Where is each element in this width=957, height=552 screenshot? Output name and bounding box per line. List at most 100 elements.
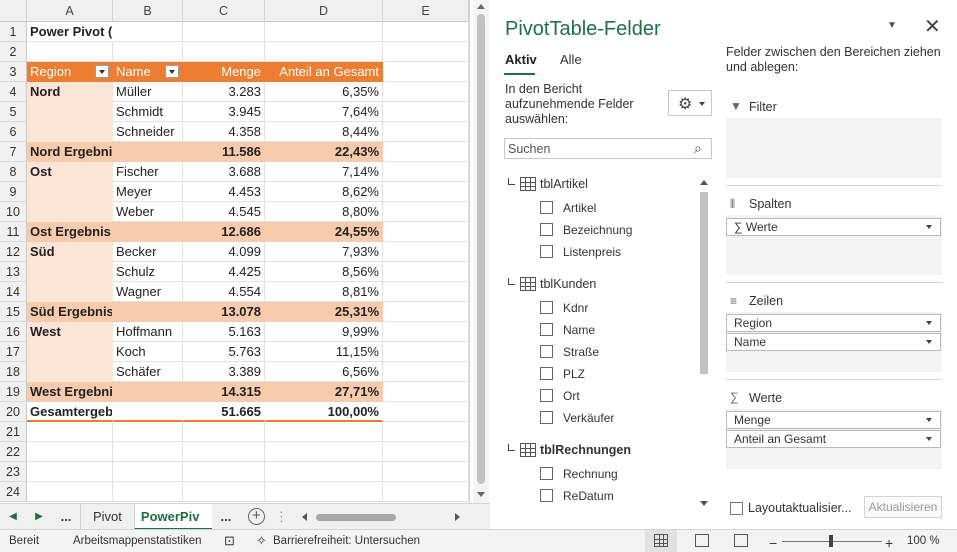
cell-region[interactable] xyxy=(27,462,113,482)
column-header-a[interactable]: A xyxy=(27,0,113,22)
cell-name[interactable] xyxy=(113,42,183,62)
cell-region[interactable] xyxy=(27,122,113,142)
row-header[interactable]: 19 xyxy=(0,382,27,402)
cell-menge[interactable]: 5.763 xyxy=(183,342,265,362)
scroll-right-icon[interactable] xyxy=(454,512,460,521)
row-header[interactable]: 11 xyxy=(0,222,27,242)
more-sheets-left[interactable]: ... xyxy=(52,509,80,524)
cell-name[interactable] xyxy=(113,382,183,402)
cell-anteil[interactable]: 100,00% xyxy=(265,402,383,422)
collapse-icon[interactable] xyxy=(508,278,515,285)
cell-anteil[interactable] xyxy=(265,442,383,462)
cell-empty[interactable] xyxy=(383,422,469,442)
page-break-view-icon[interactable] xyxy=(734,534,748,547)
cell-empty[interactable] xyxy=(383,462,469,482)
collapse-icon[interactable] xyxy=(508,178,515,185)
cell-empty[interactable] xyxy=(383,282,469,302)
cell-anteil[interactable]: 11,15% xyxy=(265,342,383,362)
cell-name[interactable] xyxy=(113,22,183,42)
column-header-d[interactable]: D xyxy=(265,0,383,22)
field-checkbox[interactable] xyxy=(540,301,553,314)
cell-anteil[interactable]: 8,62% xyxy=(265,182,383,202)
cell-empty[interactable] xyxy=(383,222,469,242)
cell-region[interactable] xyxy=(27,342,113,362)
tab-splitter[interactable]: ⋮ xyxy=(275,509,288,525)
field-item[interactable]: Kdnr xyxy=(504,297,712,319)
filter-dropdown-icon[interactable] xyxy=(95,65,109,78)
cell-region[interactable]: Nord Ergebnis xyxy=(27,142,113,162)
cell-empty[interactable] xyxy=(383,102,469,122)
cell-name[interactable]: Name xyxy=(113,62,183,82)
field-item[interactable]: Name xyxy=(504,319,712,341)
cell-anteil[interactable]: 9,99% xyxy=(265,322,383,342)
row-header[interactable]: 1 xyxy=(0,22,27,42)
cell-menge[interactable] xyxy=(183,442,265,462)
cell-menge[interactable]: 3.389 xyxy=(183,362,265,382)
cell-empty[interactable] xyxy=(383,322,469,342)
cell-empty[interactable] xyxy=(383,382,469,402)
cell-menge[interactable]: 51.665 xyxy=(183,402,265,422)
row-header[interactable]: 3 xyxy=(0,62,27,82)
zoom-slider-thumb[interactable] xyxy=(829,535,833,547)
tab-active[interactable]: Aktiv xyxy=(505,52,537,67)
row-header[interactable]: 10 xyxy=(0,202,27,222)
field-checkbox[interactable] xyxy=(540,245,553,258)
row-header[interactable]: 9 xyxy=(0,182,27,202)
cell-region[interactable] xyxy=(27,202,113,222)
cell-region[interactable]: West xyxy=(27,322,113,342)
cell-menge[interactable]: 4.099 xyxy=(183,242,265,262)
field-item[interactable]: Bezeichnung xyxy=(504,219,712,241)
cell-anteil[interactable]: 22,43% xyxy=(265,142,383,162)
cell-anteil[interactable] xyxy=(265,462,383,482)
field-checkbox[interactable] xyxy=(540,367,553,380)
close-icon[interactable]: ✕ xyxy=(924,14,941,39)
cell-empty[interactable] xyxy=(383,42,469,62)
select-all-corner[interactable] xyxy=(0,0,27,22)
normal-view-icon[interactable] xyxy=(654,534,668,547)
field-item[interactable]: Belegart xyxy=(504,507,712,509)
scroll-up-icon[interactable] xyxy=(477,4,485,9)
column-header-c[interactable]: C xyxy=(183,0,265,22)
cell-name[interactable]: Weber xyxy=(113,202,183,222)
cell-menge[interactable] xyxy=(183,42,265,62)
scroll-thumb[interactable] xyxy=(477,14,485,484)
field-list-scroll-thumb[interactable] xyxy=(700,192,708,374)
cell-region[interactable]: West Ergebnis xyxy=(27,382,113,402)
row-header[interactable]: 24 xyxy=(0,482,27,502)
cell-menge[interactable]: 3.945 xyxy=(183,102,265,122)
field-item[interactable]: Straße xyxy=(504,341,712,363)
cell-region[interactable] xyxy=(27,442,113,462)
cell-anteil[interactable]: 24,55% xyxy=(265,222,383,242)
cell-region[interactable]: Gesamtergebnis xyxy=(27,402,113,422)
columns-field-values[interactable]: ∑ Werte xyxy=(726,218,941,236)
cell-name[interactable]: Hoffmann xyxy=(113,322,183,342)
filter-drop-zone[interactable] xyxy=(726,118,942,178)
scroll-left-icon[interactable] xyxy=(301,512,307,521)
row-header[interactable]: 2 xyxy=(0,42,27,62)
row-header[interactable]: 17 xyxy=(0,342,27,362)
cell-name[interactable] xyxy=(113,482,183,502)
field-checkbox[interactable] xyxy=(540,489,553,502)
cell-menge[interactable]: 5.163 xyxy=(183,322,265,342)
cell-menge[interactable]: 14.315 xyxy=(183,382,265,402)
cell-name[interactable] xyxy=(113,222,183,242)
cell-menge[interactable] xyxy=(183,482,265,502)
cell-empty[interactable] xyxy=(383,82,469,102)
field-checkbox[interactable] xyxy=(540,467,553,480)
scroll-down-icon[interactable] xyxy=(700,501,708,506)
table-node[interactable]: tblArtikel xyxy=(504,175,712,197)
field-item[interactable]: Artikel xyxy=(504,197,712,219)
cell-menge[interactable]: 4.358 xyxy=(183,122,265,142)
row-header[interactable]: 15 xyxy=(0,302,27,322)
cell-anteil[interactable]: 27,71% xyxy=(265,382,383,402)
row-header[interactable]: 7 xyxy=(0,142,27,162)
horizontal-scroll-thumb[interactable] xyxy=(315,513,396,521)
tools-button[interactable]: ⚙ xyxy=(668,90,712,116)
field-item[interactable]: ReDatum xyxy=(504,485,712,507)
zoom-in-button[interactable]: + xyxy=(885,535,893,551)
cell-menge[interactable] xyxy=(183,422,265,442)
cell-name[interactable] xyxy=(113,402,183,422)
zoom-level[interactable]: 100 % xyxy=(907,535,940,547)
cell-region[interactable]: Süd xyxy=(27,242,113,262)
cell-anteil[interactable]: Anteil an Gesamt xyxy=(265,62,383,82)
